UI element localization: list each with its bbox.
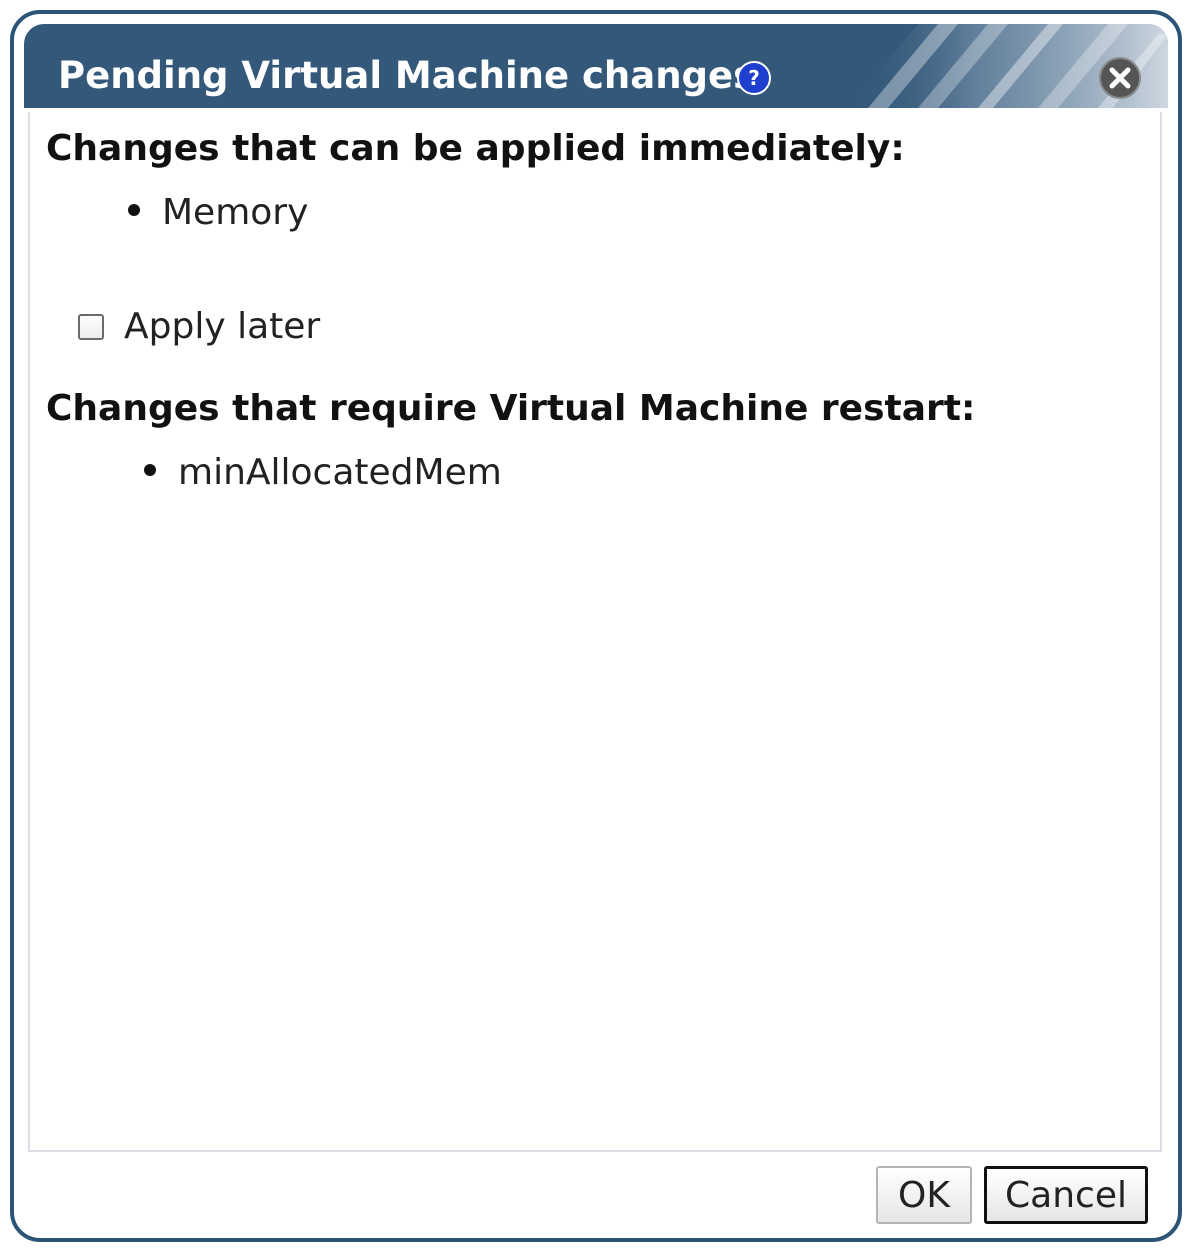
- close-icon[interactable]: [1098, 56, 1142, 100]
- apply-later-label: Apply later: [124, 306, 321, 347]
- bullet-icon: [128, 204, 140, 216]
- immediate-changes-heading: Changes that can be applied immediately:: [46, 128, 905, 169]
- list-item-label: Memory: [162, 192, 309, 233]
- checkbox-box[interactable]: [78, 313, 104, 340]
- list-item: Memory: [128, 192, 308, 233]
- question-help-icon[interactable]: ?: [736, 60, 772, 96]
- list-item-label: minAllocatedMem: [178, 452, 502, 493]
- ok-button[interactable]: OK: [876, 1166, 972, 1224]
- dialog-footer: OK Cancel: [14, 1148, 1178, 1238]
- pending-changes-dialog: Pending Virtual Machine changes ? Change…: [10, 10, 1182, 1242]
- restart-changes-heading: Changes that require Virtual Machine res…: [46, 388, 976, 429]
- list-item: minAllocatedMem: [144, 452, 502, 493]
- apply-later-checkbox[interactable]: Apply later: [78, 306, 320, 347]
- cancel-button[interactable]: Cancel: [984, 1166, 1148, 1224]
- dialog-title: Pending Virtual Machine changes: [58, 54, 756, 97]
- dialog-content: Changes that can be applied immediately:…: [28, 112, 1162, 1152]
- bullet-icon: [144, 464, 156, 476]
- svg-text:?: ?: [748, 66, 760, 90]
- dialog-title-bar: Pending Virtual Machine changes ?: [24, 24, 1168, 108]
